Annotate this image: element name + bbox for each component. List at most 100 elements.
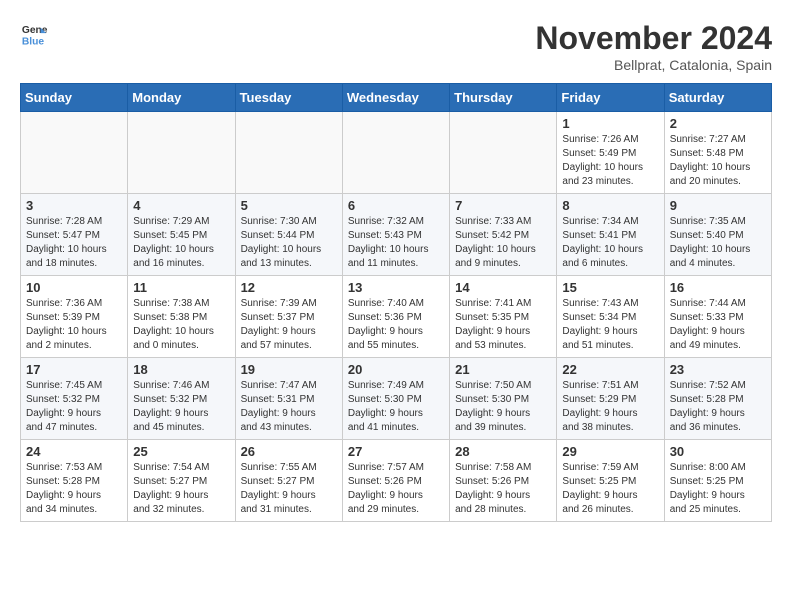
day-number: 24 (26, 444, 122, 459)
calendar-header-row: Sunday Monday Tuesday Wednesday Thursday… (21, 84, 772, 112)
table-row: 6Sunrise: 7:32 AM Sunset: 5:43 PM Daylig… (342, 194, 449, 276)
table-row: 18Sunrise: 7:46 AM Sunset: 5:32 PM Dayli… (128, 358, 235, 440)
day-number: 30 (670, 444, 766, 459)
day-info: Sunrise: 7:44 AM Sunset: 5:33 PM Dayligh… (670, 297, 766, 353)
day-number: 21 (455, 362, 551, 377)
col-monday: Monday (128, 84, 235, 112)
table-row: 7 Sunrise: 7:33 AM Sunset: 5:42 PM Daylig… (450, 194, 557, 276)
day-number: 16 (670, 280, 766, 295)
day-info: Sunrise: 7:38 AM Sunset: 5:38 PM Dayligh… (133, 297, 229, 353)
day-number: 12 (241, 280, 337, 295)
calendar-week-row: 24 Sunrise: 7:53 AM Sunset: 5:28 PM Dayli… (21, 440, 772, 522)
day-info: Sunrise: 7:33 AM Sunset: 5:42 PM Dayligh… (455, 215, 551, 271)
day-number: 22 (562, 362, 658, 377)
table-row (235, 112, 342, 194)
table-row (342, 112, 449, 194)
day-info: Sunrise: 7:50 AM Sunset: 5:30 PM Dayligh… (455, 379, 551, 435)
day-info: Sunrise: 7:27 AM Sunset: 5:48 PM Dayligh… (670, 133, 766, 189)
day-number: 19 (241, 362, 337, 377)
day-number: 29 (562, 444, 658, 459)
day-info: Sunrise: 7:36 AM Sunset: 5:39 PM Dayligh… (26, 297, 122, 353)
day-info: Sunrise: 7:40 AM Sunset: 5:36 PM Dayligh… (348, 297, 444, 353)
table-row: 14 Sunrise: 7:41 AM Sunset: 5:35 PM Dayli… (450, 276, 557, 358)
logo-icon: General Blue (20, 20, 48, 48)
day-info: Sunrise: 7:34 AM Sunset: 5:41 PM Dayligh… (562, 215, 658, 271)
day-number: 15 (562, 280, 658, 295)
table-row: 8 Sunrise: 7:34 AM Sunset: 5:41 PM Daylig… (557, 194, 664, 276)
table-row: 3 Sunrise: 7:28 AM Sunset: 5:47 PM Daylig… (21, 194, 128, 276)
day-number: 8 (562, 198, 658, 213)
day-number: 20 (348, 362, 444, 377)
table-row: 12 Sunrise: 7:39 AM Sunset: 5:37 PM Dayli… (235, 276, 342, 358)
day-info: Sunrise: 7:51 AM Sunset: 5:29 PM Dayligh… (562, 379, 658, 435)
table-row: 1Sunrise: 7:26 AM Sunset: 5:49 PM Daylig… (557, 112, 664, 194)
day-info: Sunrise: 7:46 AM Sunset: 5:32 PM Dayligh… (133, 379, 229, 435)
table-row: 27Sunrise: 7:57 AM Sunset: 5:26 PM Dayli… (342, 440, 449, 522)
table-row (128, 112, 235, 194)
table-row: 2 Sunrise: 7:27 AM Sunset: 5:48 PM Daylig… (664, 112, 771, 194)
day-number: 11 (133, 280, 229, 295)
day-number: 17 (26, 362, 122, 377)
col-thursday: Thursday (450, 84, 557, 112)
day-number: 3 (26, 198, 122, 213)
location-subtitle: Bellprat, Catalonia, Spain (535, 57, 772, 73)
page-header: General Blue November 2024 Bellprat, Cat… (20, 20, 772, 73)
table-row: 13Sunrise: 7:40 AM Sunset: 5:36 PM Dayli… (342, 276, 449, 358)
day-info: Sunrise: 7:28 AM Sunset: 5:47 PM Dayligh… (26, 215, 122, 271)
day-info: Sunrise: 7:30 AM Sunset: 5:44 PM Dayligh… (241, 215, 337, 271)
table-row: 19Sunrise: 7:47 AM Sunset: 5:31 PM Dayli… (235, 358, 342, 440)
day-info: Sunrise: 7:29 AM Sunset: 5:45 PM Dayligh… (133, 215, 229, 271)
calendar-table: Sunday Monday Tuesday Wednesday Thursday… (20, 83, 772, 522)
table-row (21, 112, 128, 194)
table-row (450, 112, 557, 194)
table-row: 30 Sunrise: 8:00 AM Sunset: 5:25 PM Dayli… (664, 440, 771, 522)
table-row: 29 Sunrise: 7:59 AM Sunset: 5:25 PM Dayli… (557, 440, 664, 522)
logo: General Blue (20, 20, 48, 48)
table-row: 16 Sunrise: 7:44 AM Sunset: 5:33 PM Dayli… (664, 276, 771, 358)
col-sunday: Sunday (21, 84, 128, 112)
day-info: Sunrise: 7:57 AM Sunset: 5:26 PM Dayligh… (348, 461, 444, 517)
table-row: 23 Sunrise: 7:52 AM Sunset: 5:28 PM Dayli… (664, 358, 771, 440)
day-info: Sunrise: 7:55 AM Sunset: 5:27 PM Dayligh… (241, 461, 337, 517)
day-number: 2 (670, 116, 766, 131)
col-saturday: Saturday (664, 84, 771, 112)
day-info: Sunrise: 7:54 AM Sunset: 5:27 PM Dayligh… (133, 461, 229, 517)
table-row: 26 Sunrise: 7:55 AM Sunset: 5:27 PM Dayli… (235, 440, 342, 522)
col-wednesday: Wednesday (342, 84, 449, 112)
table-row: 22 Sunrise: 7:51 AM Sunset: 5:29 PM Dayli… (557, 358, 664, 440)
svg-text:Blue: Blue (22, 36, 45, 47)
day-number: 4 (133, 198, 229, 213)
table-row: 21 Sunrise: 7:50 AM Sunset: 5:30 PM Dayli… (450, 358, 557, 440)
day-info: Sunrise: 7:39 AM Sunset: 5:37 PM Dayligh… (241, 297, 337, 353)
table-row: 25 Sunrise: 7:54 AM Sunset: 5:27 PM Dayli… (128, 440, 235, 522)
day-info: Sunrise: 7:45 AM Sunset: 5:32 PM Dayligh… (26, 379, 122, 435)
day-info: Sunrise: 7:53 AM Sunset: 5:28 PM Dayligh… (26, 461, 122, 517)
day-info: Sunrise: 7:49 AM Sunset: 5:30 PM Dayligh… (348, 379, 444, 435)
day-info: Sunrise: 8:00 AM Sunset: 5:25 PM Dayligh… (670, 461, 766, 517)
day-info: Sunrise: 7:41 AM Sunset: 5:35 PM Dayligh… (455, 297, 551, 353)
table-row: 4 Sunrise: 7:29 AM Sunset: 5:45 PM Daylig… (128, 194, 235, 276)
table-row: 5 Sunrise: 7:30 AM Sunset: 5:44 PM Daylig… (235, 194, 342, 276)
day-number: 25 (133, 444, 229, 459)
day-number: 28 (455, 444, 551, 459)
day-number: 7 (455, 198, 551, 213)
day-info: Sunrise: 7:59 AM Sunset: 5:25 PM Dayligh… (562, 461, 658, 517)
day-number: 23 (670, 362, 766, 377)
day-info: Sunrise: 7:43 AM Sunset: 5:34 PM Dayligh… (562, 297, 658, 353)
col-friday: Friday (557, 84, 664, 112)
table-row: 28 Sunrise: 7:58 AM Sunset: 5:26 PM Dayli… (450, 440, 557, 522)
calendar-week-row: 3 Sunrise: 7:28 AM Sunset: 5:47 PM Daylig… (21, 194, 772, 276)
day-number: 14 (455, 280, 551, 295)
month-title: November 2024 (535, 20, 772, 57)
day-info: Sunrise: 7:26 AM Sunset: 5:49 PM Dayligh… (562, 133, 658, 189)
day-number: 5 (241, 198, 337, 213)
col-tuesday: Tuesday (235, 84, 342, 112)
table-row: 17 Sunrise: 7:45 AM Sunset: 5:32 PM Dayli… (21, 358, 128, 440)
calendar-week-row: 1Sunrise: 7:26 AM Sunset: 5:49 PM Daylig… (21, 112, 772, 194)
day-info: Sunrise: 7:52 AM Sunset: 5:28 PM Dayligh… (670, 379, 766, 435)
day-number: 26 (241, 444, 337, 459)
svg-text:General: General (22, 25, 48, 36)
table-row: 10 Sunrise: 7:36 AM Sunset: 5:39 PM Dayli… (21, 276, 128, 358)
day-number: 10 (26, 280, 122, 295)
day-info: Sunrise: 7:58 AM Sunset: 5:26 PM Dayligh… (455, 461, 551, 517)
